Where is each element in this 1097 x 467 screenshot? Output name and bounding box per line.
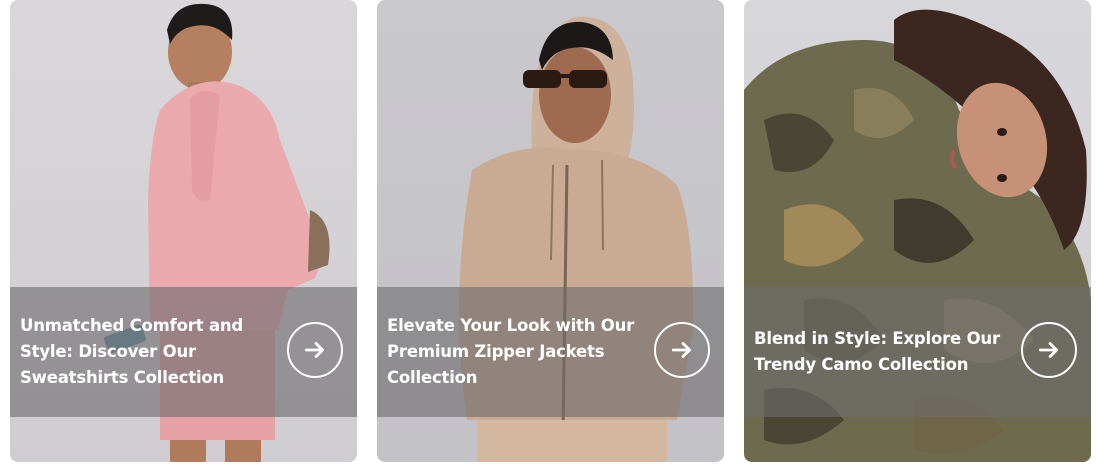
- arrow-right-button[interactable]: [1021, 322, 1077, 378]
- arrow-right-button[interactable]: [287, 322, 343, 378]
- arrow-right-icon: [304, 342, 324, 358]
- collection-cards: Unmatched Comfort and Style: Discover Ou…: [0, 0, 1097, 467]
- collection-caption: Unmatched Comfort and Style: Discover Ou…: [20, 316, 244, 387]
- caption-overlay: Blend in Style: Explore Our Trendy Camo …: [744, 287, 1091, 417]
- collection-caption: Elevate Your Look with Our Premium Zippe…: [387, 316, 635, 387]
- collection-card-sweatshirts[interactable]: Unmatched Comfort and Style: Discover Ou…: [10, 0, 357, 462]
- collection-card-zipper-jackets[interactable]: Elevate Your Look with Our Premium Zippe…: [377, 0, 724, 462]
- arrow-right-button[interactable]: [654, 322, 710, 378]
- arrow-right-icon: [1038, 342, 1058, 358]
- arrow-right-icon: [671, 342, 691, 358]
- caption-overlay: Elevate Your Look with Our Premium Zippe…: [377, 287, 724, 417]
- caption-overlay: Unmatched Comfort and Style: Discover Ou…: [10, 287, 357, 417]
- collection-caption: Blend in Style: Explore Our Trendy Camo …: [754, 329, 1000, 374]
- collection-card-camo[interactable]: Blend in Style: Explore Our Trendy Camo …: [744, 0, 1091, 462]
